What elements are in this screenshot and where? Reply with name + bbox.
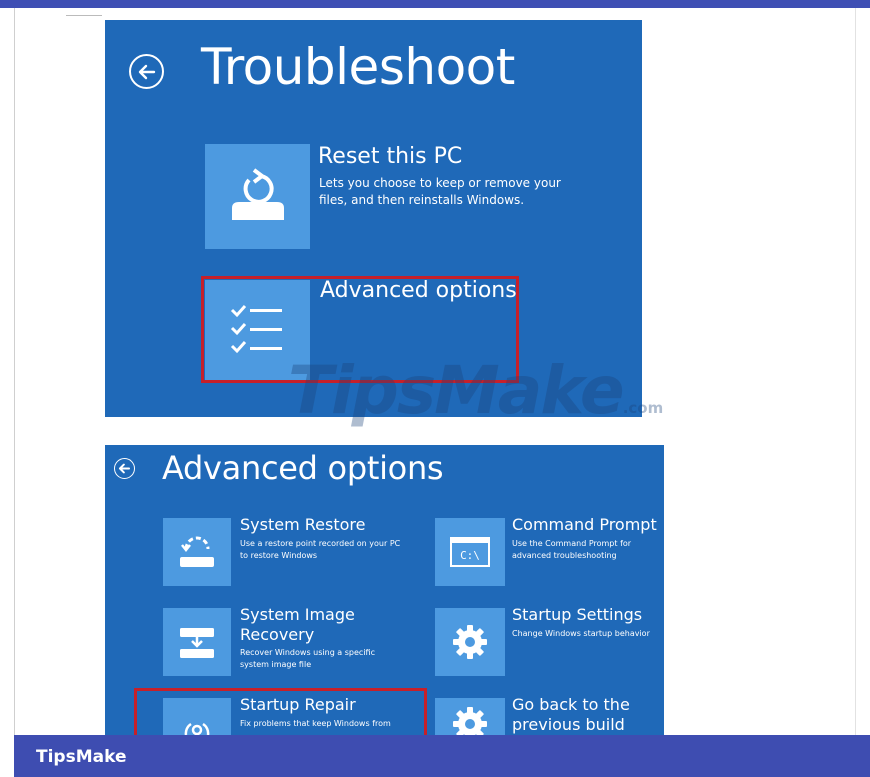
gear-icon — [453, 625, 487, 659]
back-arrow-icon — [138, 64, 155, 79]
watermark-suffix: .com — [622, 399, 664, 417]
system-image-recovery-title: System Image Recovery — [240, 605, 355, 644]
left-divider — [14, 8, 15, 735]
back-arrow-icon — [118, 463, 131, 474]
command-prompt-icon-text: C:\ — [460, 549, 480, 562]
system-image-recovery-icon — [180, 628, 214, 658]
right-divider — [855, 8, 856, 735]
page-title: Troubleshoot — [201, 38, 515, 96]
top-border — [0, 0, 870, 8]
system-restore-description: Use a restore point recorded on your PC … — [240, 539, 401, 560]
back-button[interactable] — [129, 54, 164, 89]
watermark-text: TipsMake — [288, 352, 625, 429]
system-restore-icon — [180, 536, 214, 567]
system-restore-title: System Restore — [240, 515, 366, 534]
startup-settings-description: Change Windows startup behavior — [512, 629, 650, 638]
system-restore-tile[interactable] — [163, 518, 231, 586]
page-title: Advanced options — [162, 449, 444, 487]
command-prompt-tile[interactable]: C:\ — [435, 518, 505, 586]
command-prompt-title: Command Prompt — [512, 515, 657, 534]
system-image-recovery-tile[interactable] — [163, 608, 231, 676]
watermark: TipsMake.com — [288, 352, 663, 429]
system-image-recovery-description: Recover Windows using a specific system … — [240, 648, 375, 669]
previous-build-title: Go back to the previous build — [512, 695, 630, 734]
startup-settings-title: Startup Settings — [512, 605, 643, 624]
command-prompt-description: Use the Command Prompt for advanced trou… — [512, 539, 632, 560]
footer-brand[interactable]: TipsMake — [36, 747, 126, 767]
reset-description: Lets you choose to keep or remove your f… — [319, 176, 561, 208]
reset-title: Reset this PC — [318, 144, 463, 169]
previous-build-tile[interactable] — [435, 698, 505, 741]
back-button[interactable] — [114, 458, 135, 479]
startup-settings-tile[interactable] — [435, 608, 505, 676]
reset-pc-icon — [231, 167, 284, 220]
footer-bar: TipsMake — [14, 735, 870, 777]
command-prompt-icon: C:\ — [450, 537, 490, 567]
corner-mark — [66, 15, 102, 16]
reset-tile[interactable] — [205, 144, 310, 249]
